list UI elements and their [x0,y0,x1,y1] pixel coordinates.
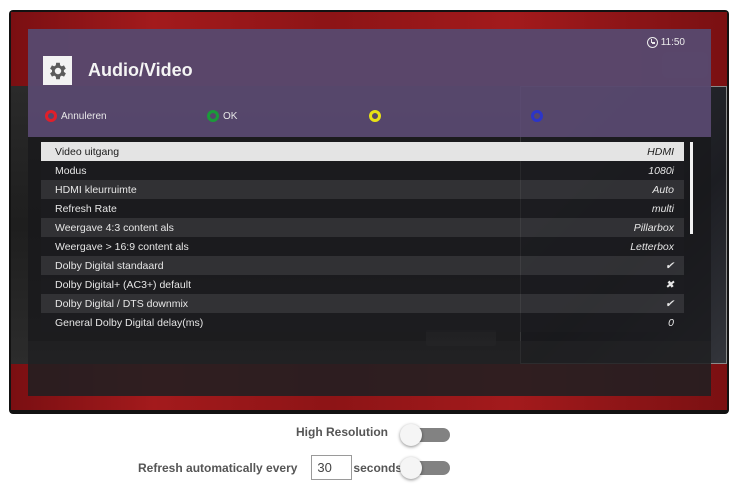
green-button-ok[interactable]: OK [207,110,237,122]
refresh-interval-input[interactable] [311,455,353,480]
osd-footer [28,341,711,396]
osd-row-label: Modus [55,164,87,177]
high-resolution-toggle[interactable] [400,424,450,446]
osd-row-value: Pillarbox [633,221,674,234]
refresh-toggle[interactable] [400,457,450,479]
red-circle-icon [45,110,57,122]
clock-icon [646,37,658,48]
osd-row-value: HDMI [647,145,674,158]
osd-row-dolby-digital-plus[interactable]: Dolby Digital+ (AC3+) default ✖ [41,275,684,294]
yellow-circle-icon [369,110,381,122]
osd-row-label: Weergave > 16:9 content als [55,240,189,253]
osd-row-hdmi-kleurruimte[interactable]: HDMI kleurruimte Auto [41,180,684,199]
osd-row-label: Weergave 4:3 content als [55,221,174,234]
osd-row-dolby-digital-standaard[interactable]: Dolby Digital standaard ✔ [41,256,684,275]
osd-row-label: Refresh Rate [55,202,117,215]
osd-row-label: Video uitgang [55,145,120,158]
red-button-annuleren[interactable]: Annuleren [45,110,107,122]
osd-scrollbar[interactable] [690,142,693,234]
osd-menu: 11:50 Audio/Video Annuleren OK Video uit… [28,29,711,396]
osd-row-label: General Dolby Digital delay(ms) [55,316,204,329]
refresh-unit-label: seconds [353,460,403,475]
high-resolution-label: High Resolution [296,425,388,439]
osd-row-dolby-delay[interactable]: General Dolby Digital delay(ms) 0 [41,313,684,332]
blue-button[interactable] [531,110,543,122]
osd-row-label: Dolby Digital / DTS downmix [55,297,189,310]
green-button-label: OK [223,110,238,122]
high-resolution-setting: High Resolution [296,425,388,439]
check-icon: ✔ [665,259,674,272]
osd-row-modus[interactable]: Modus 1080i [41,161,684,180]
osd-row-value: Auto [652,183,674,196]
osd-row-weergave-4-3[interactable]: Weergave 4:3 content als Pillarbox [41,218,684,237]
refresh-setting: Refresh automatically every seconds [138,455,402,480]
osd-row-video-uitgang[interactable]: Video uitgang HDMI [41,142,684,161]
osd-header: 11:50 Audio/Video Annuleren OK [28,29,711,137]
osd-clock: 11:50 [646,37,685,48]
red-button-label: Annuleren [61,110,107,122]
osd-row-value: 0 [668,316,674,329]
toggle-knob [400,424,422,446]
refresh-label: Refresh automatically every [138,460,298,475]
osd-row-value: 1080i [648,164,674,177]
osd-row-label: Dolby Digital+ (AC3+) default [55,278,191,291]
osd-title-bar: Audio/Video [43,56,193,85]
osd-row-weergave-16-9[interactable]: Weergave > 16:9 content als Letterbox [41,237,684,256]
osd-row-value: multi [651,202,674,215]
osd-row-label: Dolby Digital standaard [55,259,164,272]
osd-settings-list: Video uitgang HDMI Modus 1080i HDMI kleu… [41,142,684,332]
osd-title: Audio/Video [88,60,193,80]
osd-row-value: Letterbox [630,240,674,253]
osd-color-buttons: Annuleren OK [45,110,705,128]
osd-row-refresh-rate[interactable]: Refresh Rate multi [41,199,684,218]
yellow-button[interactable] [369,110,381,122]
osd-row-dts-downmix[interactable]: Dolby Digital / DTS downmix ✔ [41,294,684,313]
green-circle-icon [207,110,219,122]
check-icon: ✔ [665,297,674,310]
toggle-knob [400,457,422,479]
cross-icon: ✖ [665,278,674,291]
clock-time: 11:50 [660,37,685,48]
osd-row-label: HDMI kleurruimte [55,183,137,196]
gear-icon [43,56,72,85]
blue-circle-icon [531,110,543,122]
